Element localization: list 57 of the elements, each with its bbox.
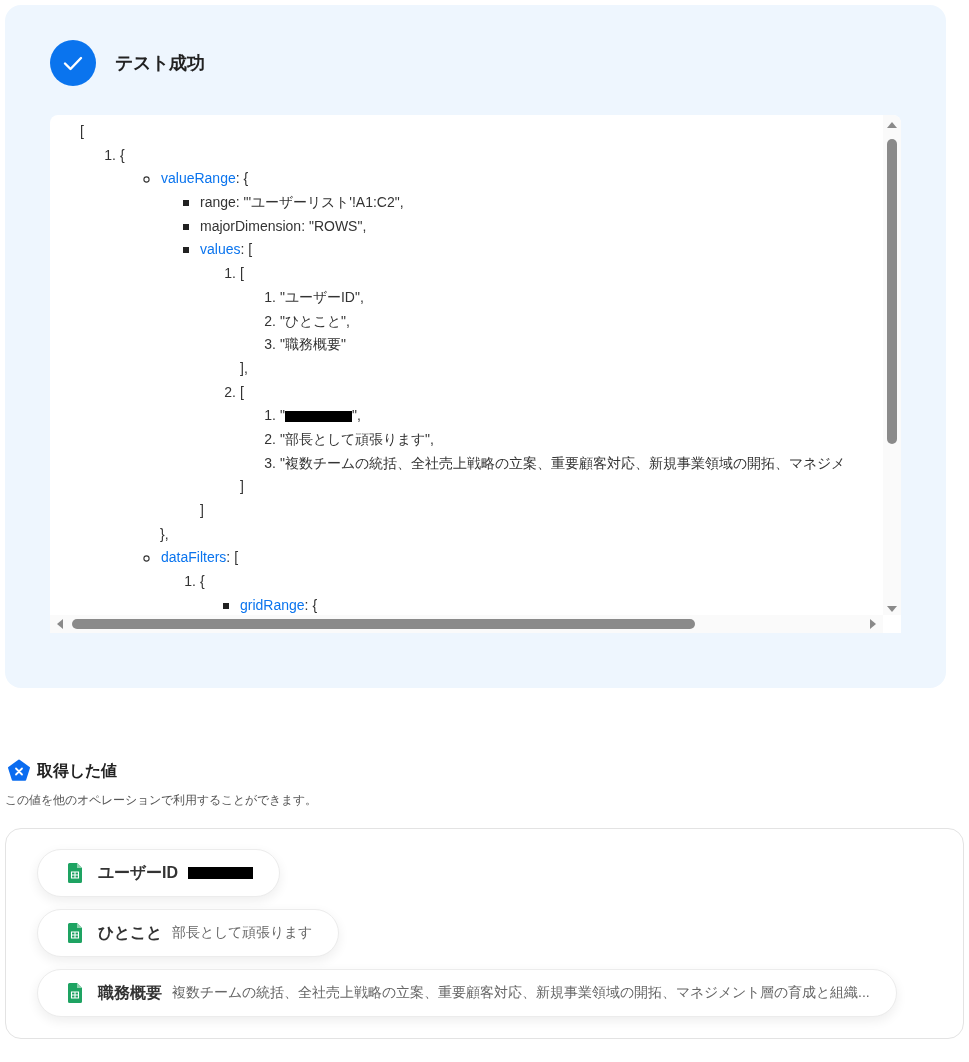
check-icon [50, 40, 96, 86]
json-text: ], [240, 358, 248, 378]
json-text: }, [160, 524, 169, 544]
json-text: "職務概要" [280, 335, 346, 355]
list-number: 2. [263, 429, 277, 449]
json-text: : { [304, 595, 318, 615]
list-number: 1. [263, 406, 277, 426]
json-text: range: "'ユーザーリスト'!A1:C2", [200, 193, 404, 213]
list-number: 3. [263, 453, 277, 473]
json-text: ] [240, 477, 244, 497]
list-number: 1. [263, 287, 277, 307]
square-bullet-icon [223, 602, 229, 609]
circle-bullet-icon [143, 554, 150, 562]
spreadsheet-icon [68, 983, 82, 1003]
square-bullet-icon [183, 199, 189, 206]
result-title: テスト成功 [115, 52, 205, 75]
value-chip[interactable]: ひとこと 部長として頑張ります [37, 909, 339, 957]
section-title: 取得した値 [37, 760, 117, 781]
json-text: "ひとこと", [280, 311, 350, 331]
list-number: 1. [103, 145, 117, 165]
spreadsheet-icon [68, 863, 82, 883]
json-text: [ [240, 382, 244, 402]
list-number: 2. [263, 311, 277, 331]
json-text: "複数チームの統括、全社売上戦略の立案、重要顧客対応、新規事業領域の開拓、マネジメ [280, 453, 845, 473]
json-text: { [200, 572, 205, 592]
list-number: 1. [183, 572, 197, 592]
json-key: valueRange [161, 167, 236, 192]
json-key: gridRange [240, 593, 305, 615]
value-chip[interactable]: ユーザーID [37, 849, 280, 897]
list-number: 1. [223, 264, 237, 284]
json-text: : { [235, 169, 249, 189]
scrollbar-thumb[interactable] [72, 619, 695, 629]
value-chip[interactable]: 職務概要 複数チームの統括、全社売上戦略の立案、重要顧客対応、新規事業領域の開拓、マネジメント層の育成と組織... [37, 969, 897, 1017]
json-text: : [ [226, 548, 239, 568]
json-text: [ [80, 122, 84, 141]
section-description: この値を他のオペレーションで利用することができます。 [5, 792, 318, 809]
json-text: { [120, 145, 125, 165]
json-text: "部長として頑張ります", [280, 429, 434, 449]
json-text: : [ [240, 240, 253, 260]
circle-bullet-icon [143, 175, 150, 183]
list-number: 2. [223, 382, 237, 402]
list-number: 3. [263, 335, 277, 355]
pentagon-x-icon [7, 759, 31, 783]
json-text: ", [352, 406, 361, 426]
json-text: [ [240, 264, 244, 284]
scroll-down-icon[interactable] [886, 605, 898, 613]
scroll-left-icon[interactable] [56, 618, 64, 630]
scroll-right-icon[interactable] [869, 618, 877, 630]
json-text: ] [200, 501, 204, 520]
json-text: "ユーザーID", [280, 287, 364, 307]
scroll-up-icon[interactable] [886, 121, 898, 129]
json-text: majorDimension: "ROWS", [200, 216, 367, 236]
spreadsheet-icon [68, 923, 82, 943]
scrollbar-thumb[interactable] [887, 139, 897, 444]
square-bullet-icon [183, 223, 189, 230]
square-bullet-icon [183, 247, 189, 254]
json-text: " [280, 406, 285, 426]
